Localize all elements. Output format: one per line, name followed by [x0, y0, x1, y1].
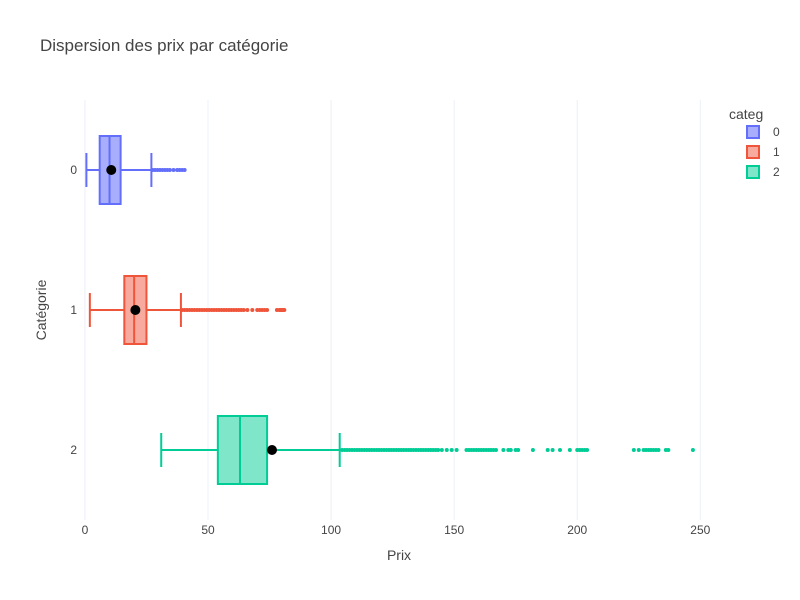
price-distribution-chart: 0 50 100 150 200 250 0 1 2 categ 0 1 2 Dispersion…	[0, 0, 800, 600]
legend-swatch	[746, 145, 760, 159]
y-tick-label: 2	[70, 443, 77, 457]
outlier-point	[631, 448, 636, 452]
x-tick-label: 200	[567, 523, 587, 537]
outlier-point	[167, 168, 172, 172]
chart-background	[0, 0, 800, 600]
mean-marker	[130, 305, 141, 315]
outlier-point	[530, 448, 535, 452]
outlier-point	[501, 448, 506, 452]
outlier-point	[550, 448, 555, 452]
x-tick-label: 0	[82, 523, 89, 537]
chart-title: Dispersion des prix par catégorie	[40, 36, 289, 55]
outlier-point	[558, 448, 562, 452]
y-tick-label: 0	[70, 163, 77, 177]
outlier-point	[282, 308, 287, 312]
outlier-point	[666, 448, 671, 452]
outlier-point	[494, 448, 498, 452]
outlier-point	[449, 448, 454, 452]
iqr-box	[216, 415, 269, 485]
x-axis-label: Prix	[387, 547, 411, 563]
mean-marker	[267, 445, 277, 455]
outlier-point	[245, 308, 250, 312]
y-tick-label: 1	[70, 303, 77, 317]
outlier-point	[585, 448, 590, 452]
legend-label: 0	[773, 125, 780, 139]
outlier-point	[182, 168, 187, 172]
outlier-point	[508, 448, 513, 452]
outlier-point	[265, 308, 270, 312]
outlier-point	[636, 448, 641, 452]
x-tick-label: 250	[690, 523, 710, 537]
y-axis-label: Catégorie	[33, 279, 49, 340]
x-tick-label: 100	[321, 523, 341, 537]
outlier-point	[545, 448, 550, 452]
outlier-point	[250, 308, 255, 312]
outlier-point	[454, 448, 459, 452]
x-tick-label: 50	[201, 523, 215, 537]
legend-label: 1	[773, 145, 780, 159]
outlier-point	[241, 308, 246, 312]
legend-label: 2	[773, 165, 780, 179]
outlier-point	[444, 448, 449, 452]
outlier-point	[690, 448, 695, 452]
legend-swatch	[746, 125, 760, 139]
outlier-point	[516, 448, 521, 452]
outlier-point	[567, 448, 572, 452]
x-tick-label: 150	[444, 523, 464, 537]
legend-swatch	[746, 165, 760, 179]
outlier-point	[656, 448, 661, 452]
legend-title: categ	[729, 106, 763, 122]
outlier-point	[171, 168, 176, 172]
mean-marker	[106, 165, 117, 175]
outlier-point	[436, 448, 441, 452]
outlier-point	[439, 448, 444, 452]
